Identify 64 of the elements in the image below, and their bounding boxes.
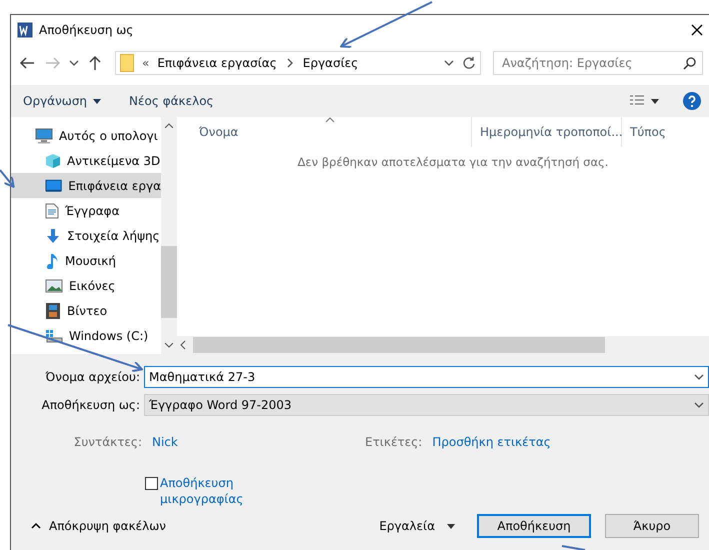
- caret-icon: [651, 98, 659, 104]
- help-icon[interactable]: [683, 92, 701, 110]
- chevron-down-icon: [694, 372, 704, 382]
- breadcrumb[interactable]: Εργασίες: [302, 56, 358, 70]
- music-note-icon: [45, 252, 59, 268]
- chevron-down-icon: [694, 400, 704, 410]
- checkbox[interactable]: [145, 477, 158, 490]
- horizontal-scrollbar[interactable]: [177, 336, 709, 354]
- pictures-icon: [45, 278, 63, 292]
- refresh-icon[interactable]: [462, 56, 476, 70]
- cube-icon: [45, 152, 61, 168]
- chevron-right-icon: [284, 58, 295, 68]
- save-button[interactable]: Αποθήκευση: [477, 514, 591, 538]
- document-icon: [45, 202, 59, 218]
- column-header[interactable]: Τύπος: [622, 117, 702, 147]
- file-name-input[interactable]: Μαθηματικά 27-3: [149, 370, 694, 384]
- film-icon: [45, 302, 61, 320]
- column-header[interactable]: Όνομα: [177, 117, 472, 147]
- word-app-icon: [17, 22, 33, 38]
- close-icon[interactable]: [691, 24, 703, 36]
- tools-button[interactable]: Εργαλεία: [373, 518, 461, 534]
- file-type-dropdown[interactable]: Έγγραφο Word 97-2003: [144, 394, 709, 416]
- field-label: Συντάκτες:: [72, 435, 143, 449]
- breadcrumb[interactable]: Επιφάνεια εργασίας: [157, 56, 277, 70]
- nav-item[interactable]: Αντικείμενα 3D: [11, 148, 161, 173]
- monitor-icon: [45, 178, 62, 192]
- nav-item[interactable]: Βίντεο: [11, 298, 161, 323]
- nav-item[interactable]: Εικόνες: [11, 273, 161, 298]
- computer-icon: [35, 128, 53, 144]
- author-link[interactable]: Nick: [152, 435, 365, 449]
- cancel-button[interactable]: Άκυρο: [605, 514, 699, 538]
- new-folder-button[interactable]: Νέος φάκελος: [125, 92, 218, 110]
- file-name-field[interactable]: Μαθηματικά 27-3: [144, 366, 709, 388]
- nav-item[interactable]: Επιφάνεια εργα: [11, 173, 161, 198]
- nav-item[interactable]: Μουσική: [11, 248, 161, 273]
- nav-item[interactable]: Στοιχεία λήψης: [11, 223, 161, 248]
- caret-icon: [447, 524, 455, 528]
- search-icon: [683, 56, 696, 70]
- search-field[interactable]: Αναζήτηση: Εργασίες: [493, 51, 703, 75]
- empty-message: Δεν βρέθηκαν αποτελέσματα για την αναζήτησή σας.: [298, 155, 608, 169]
- chevron-down-icon: [69, 58, 79, 68]
- scroll-up-icon[interactable]: [165, 123, 173, 128]
- add-tag-link[interactable]: Προσθήκη ετικέτας: [432, 435, 551, 449]
- checkbox-label[interactable]: Αποθήκευση μικρογραφίας: [160, 475, 250, 507]
- chevron-up-icon: [31, 523, 41, 529]
- chevron-down-icon: [444, 58, 454, 68]
- field-label: Όνομα αρχείου:: [44, 370, 141, 384]
- annotation-arrow: [0, 169, 15, 188]
- column-header[interactable]: Ημερομηνία τροποποί...: [472, 117, 622, 147]
- nav-item[interactable]: Αυτός ο υπολογι: [11, 123, 161, 148]
- caret-icon: [93, 98, 102, 104]
- nav-item[interactable]: Windows (C:): [11, 323, 161, 348]
- folder-icon: [120, 54, 134, 72]
- address-bar[interactable]: « Επιφάνεια εργασίας Εργασίες: [115, 51, 481, 75]
- hide-folders-button[interactable]: Απόκρυψη φακέλων: [25, 518, 172, 534]
- field-label: Αποθήκευση ως:: [40, 398, 141, 412]
- scroll-down-icon[interactable]: [165, 343, 173, 348]
- organize-button[interactable]: Οργάνωση: [19, 92, 106, 110]
- download-icon: [45, 228, 61, 244]
- nav-item[interactable]: Έγγραφα: [11, 198, 161, 223]
- drive-icon: [45, 328, 63, 342]
- overflow-mark: «: [142, 56, 150, 70]
- window-title: Αποθήκευση ως: [39, 23, 134, 37]
- field-label: Ετικέτες:: [365, 435, 424, 449]
